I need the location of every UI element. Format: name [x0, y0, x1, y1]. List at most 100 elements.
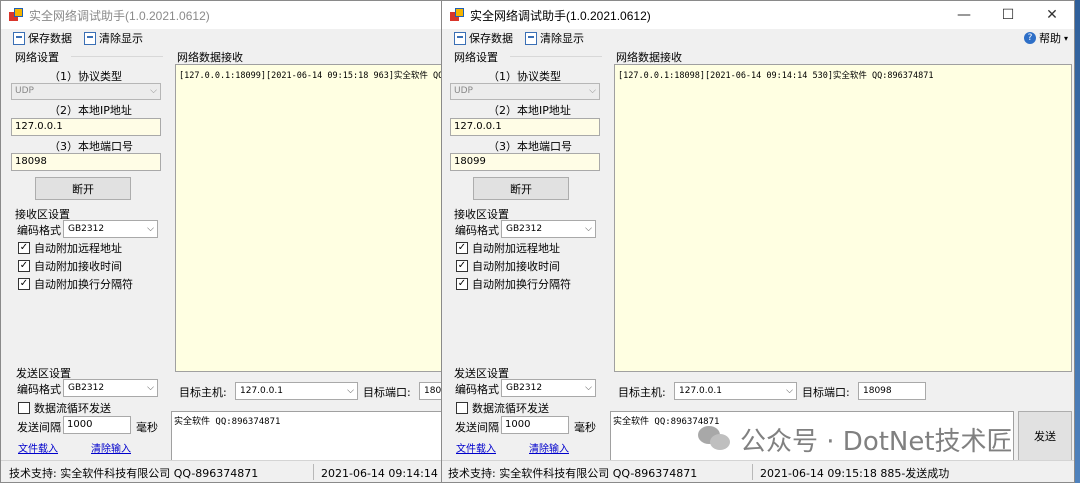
protocol-select[interactable]: UDP ⌵	[450, 83, 600, 100]
clear-input-link[interactable]: 清除输入	[529, 440, 569, 455]
checkbox-checked-icon: ✓	[18, 278, 30, 290]
target-port-input[interactable]: 18098	[858, 382, 926, 400]
append-receive-time-checkbox[interactable]: ✓ 自动附加接收时间	[18, 258, 122, 274]
help-label: 帮助	[1038, 32, 1061, 45]
app-icon	[9, 8, 23, 22]
target-port-label: 目标端口:	[802, 386, 850, 399]
watermark-text: 公众号 · DotNet技术匠	[740, 427, 1013, 457]
save-data-menu[interactable]: 保存数据	[454, 30, 513, 46]
disconnect-button[interactable]: 断开	[473, 177, 569, 200]
clear-input-link[interactable]: 清除输入	[91, 440, 131, 455]
received-message: [127.0.0.1:18099][2021-06-14 09:15:18 96…	[179, 71, 441, 81]
append-remote-address-checkbox[interactable]: ✓ 自动附加远程地址	[18, 240, 122, 256]
network-settings-group: 网络设置	[15, 51, 59, 64]
checkbox-label: 自动附加换行分隔符	[472, 278, 571, 291]
target-host-select[interactable]: 127.0.0.1 ⌵	[235, 382, 358, 400]
send-textarea[interactable]: 实全软件 QQ:896374871	[171, 411, 441, 461]
menu-bar: 保存数据 清除显示	[1, 29, 441, 47]
file-load-link[interactable]: 文件载入	[456, 440, 496, 455]
app-window-left: 实全网络调试助手(1.0.2021.0612) 保存数据 清除显示 网络设置 （…	[0, 0, 442, 483]
append-receive-time-checkbox[interactable]: ✓ 自动附加接收时间	[456, 258, 560, 274]
append-newline-checkbox[interactable]: ✓ 自动附加换行分隔符	[18, 276, 133, 292]
receive-settings-group: 接收区设置	[15, 208, 70, 221]
local-port-input[interactable]: 18099	[450, 153, 600, 171]
send-encoding-value: GB2312	[68, 383, 105, 393]
status-bar: 技术支持: 实全软件科技有限公司 QQ-896374871 2021-06-14…	[442, 460, 1074, 482]
wechat-icon	[698, 425, 732, 454]
send-encoding-value: GB2312	[506, 383, 543, 393]
append-remote-address-checkbox[interactable]: ✓ 自动附加远程地址	[456, 240, 560, 256]
chevron-down-icon: ⌵	[147, 224, 154, 234]
protocol-select[interactable]: UDP ⌵	[11, 83, 161, 100]
interval-unit-label: 毫秒	[574, 421, 596, 434]
target-host-select[interactable]: 127.0.0.1 ⌵	[674, 382, 797, 400]
checkbox-label: 自动附加远程地址	[34, 242, 122, 255]
group-divider	[71, 56, 163, 57]
title-bar[interactable]: 实全网络调试助手(1.0.2021.0612)	[1, 1, 441, 29]
status-divider	[752, 464, 753, 480]
receive-encoding-label: 编码格式	[17, 224, 61, 237]
local-ip-label: （2）本地IP地址	[488, 104, 571, 117]
send-interval-input[interactable]: 1000	[501, 416, 569, 434]
target-host-value: 127.0.0.1	[240, 386, 283, 396]
local-ip-label: （2）本地IP地址	[49, 104, 132, 117]
target-port-input[interactable]: 18099	[419, 382, 441, 400]
group-divider	[510, 56, 602, 57]
loop-send-checkbox[interactable]: 数据流循环发送	[18, 400, 111, 416]
title-bar[interactable]: 实全网络调试助手(1.0.2021.0612) — ☐ ✕	[442, 1, 1074, 29]
protocol-value: UDP	[15, 86, 34, 96]
append-newline-checkbox[interactable]: ✓ 自动附加换行分隔符	[456, 276, 571, 292]
send-button[interactable]: 发送	[1018, 411, 1072, 461]
target-port-label: 目标端口:	[363, 386, 411, 399]
checkbox-checked-icon: ✓	[456, 278, 468, 290]
checkbox-unchecked-icon	[456, 402, 468, 414]
chevron-down-icon: ⌵	[347, 386, 354, 396]
watermark: 公众号 · DotNet技术匠	[698, 421, 1013, 458]
local-ip-input[interactable]: 127.0.0.1	[450, 118, 600, 136]
save-icon	[13, 31, 25, 45]
close-button[interactable]: ✕	[1030, 1, 1074, 29]
save-data-label: 保存数据	[469, 32, 513, 45]
file-load-link[interactable]: 文件载入	[18, 440, 58, 455]
receive-area-label: 网络数据接收	[177, 51, 243, 64]
local-ip-input[interactable]: 127.0.0.1	[11, 118, 161, 136]
send-encoding-select[interactable]: GB2312 ⌵	[63, 379, 158, 397]
checkbox-label: 数据流循环发送	[34, 402, 111, 415]
clear-display-label: 清除显示	[540, 32, 584, 45]
menu-bar: 保存数据 清除显示	[442, 29, 1074, 47]
loop-send-checkbox[interactable]: 数据流循环发送	[456, 400, 549, 416]
help-menu[interactable]: ? 帮助 ▾	[1023, 29, 1068, 47]
save-data-menu[interactable]: 保存数据	[13, 30, 72, 46]
receive-encoding-value: GB2312	[68, 224, 105, 234]
checkbox-checked-icon: ✓	[456, 242, 468, 254]
chevron-down-icon: ⌵	[147, 383, 154, 393]
receive-encoding-select[interactable]: GB2312 ⌵	[63, 220, 158, 238]
maximize-button[interactable]: ☐	[986, 1, 1030, 29]
clear-display-menu[interactable]: 清除显示	[84, 30, 143, 46]
disconnect-button[interactable]: 断开	[35, 177, 131, 200]
chevron-down-icon: ⌵	[150, 86, 157, 96]
clear-display-menu[interactable]: 清除显示	[525, 30, 584, 46]
checkbox-label: 自动附加接收时间	[34, 260, 122, 273]
protocol-label: （1）协议类型	[488, 70, 561, 83]
chevron-down-icon: ⌵	[786, 386, 793, 396]
protocol-label: （1）协议类型	[49, 70, 122, 83]
checkbox-checked-icon: ✓	[18, 242, 30, 254]
minimize-button[interactable]: —	[942, 1, 986, 29]
send-interval-input[interactable]: 1000	[63, 416, 131, 434]
chevron-down-icon: ▾	[1063, 33, 1068, 43]
local-port-label: （3）本地端口号	[49, 140, 133, 153]
receive-textarea[interactable]: [127.0.0.1:18098][2021-06-14 09:14:14 53…	[614, 64, 1072, 372]
receive-encoding-select[interactable]: GB2312 ⌵	[501, 220, 596, 238]
window-title: 实全网络调试助手(1.0.2021.0612)	[29, 8, 210, 23]
local-port-label: （3）本地端口号	[488, 140, 572, 153]
checkbox-checked-icon: ✓	[456, 260, 468, 272]
send-text: 实全软件 QQ:896374871	[174, 417, 281, 427]
status-support-text: 技术支持: 实全软件科技有限公司 QQ-896374871	[448, 467, 698, 480]
local-port-input[interactable]: 18098	[11, 153, 161, 171]
status-bar: 技术支持: 实全软件科技有限公司 QQ-896374871 2021-06-14…	[1, 460, 441, 482]
receive-encoding-label: 编码格式	[455, 224, 499, 237]
target-host-label: 目标主机:	[618, 386, 666, 399]
send-encoding-select[interactable]: GB2312 ⌵	[501, 379, 596, 397]
receive-textarea[interactable]: [127.0.0.1:18099][2021-06-14 09:15:18 96…	[175, 64, 441, 372]
